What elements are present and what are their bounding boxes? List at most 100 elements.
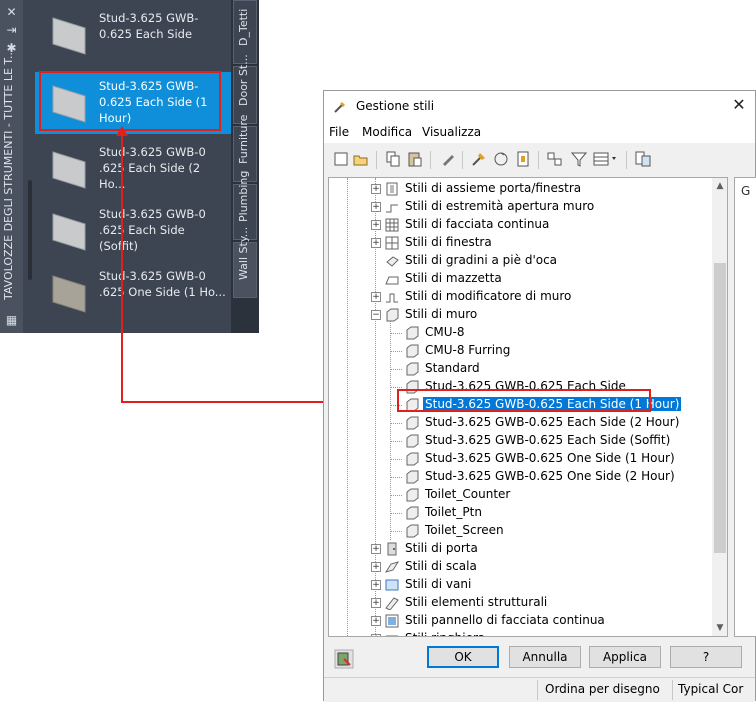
tree-row[interactable]: + Stili di modificatore di muro: [329, 288, 709, 306]
copy-icon[interactable]: [384, 150, 402, 168]
close-icon[interactable]: ✕: [0, 4, 23, 20]
expand-icon[interactable]: +: [371, 580, 381, 590]
toolbar: [324, 147, 755, 173]
door-style-icon: [387, 542, 397, 556]
tree-label: Stili di mazzetta: [405, 271, 502, 285]
data-format-icon[interactable]: [634, 150, 652, 168]
tree-row[interactable]: Stili di gradini a piè d'oca: [329, 252, 709, 270]
scroll-thumb[interactable]: [714, 263, 726, 553]
expand-icon[interactable]: +: [371, 634, 381, 636]
tree-row[interactable]: + Stili di assieme porta/finestra: [329, 180, 709, 198]
edit-style-icon[interactable]: [440, 150, 458, 168]
details-tab-label: G: [741, 184, 751, 198]
expand-icon[interactable]: +: [371, 598, 381, 608]
apply-button[interactable]: Applica: [589, 646, 661, 668]
tree-label: Stili di modificatore di muro: [405, 289, 572, 303]
wall-style-icon: [406, 434, 419, 448]
tree-row[interactable]: + Stili di facciata continua: [329, 216, 709, 234]
new-drawing-icon[interactable]: [332, 150, 350, 168]
tree-row[interactable]: Toilet_Counter: [329, 486, 709, 504]
tree-row[interactable]: + Stili di scala: [329, 558, 709, 576]
tree-row[interactable]: + Stili elementi strutturali: [329, 594, 709, 612]
tree-row[interactable]: + Stili di porta: [329, 540, 709, 558]
tree-scrollbar[interactable]: ▲ ▼: [712, 178, 727, 636]
tree-row[interactable]: Standard: [329, 360, 709, 378]
tree-row[interactable]: Stud-3.625 GWB-0.625 One Side (1 Hour): [329, 450, 709, 468]
tree-row[interactable]: + Stili di vani: [329, 576, 709, 594]
help-button[interactable]: ?: [670, 646, 742, 668]
tool-palette: ✕ ⇥ ✱ TAVOLOZZE DEGLI STRUMENTI - TUTTE …: [0, 0, 259, 333]
cancel-button[interactable]: Annulla: [509, 646, 581, 668]
synchronize-icon[interactable]: [492, 150, 510, 168]
tree-label: Stili pannello di facciata continua: [405, 613, 605, 627]
expand-icon[interactable]: +: [371, 292, 381, 302]
winder-icon: [386, 256, 399, 267]
tree-line: [390, 495, 402, 496]
wall-style-icon: [406, 470, 419, 484]
tree-row[interactable]: Toilet_Ptn: [329, 504, 709, 522]
tree-row[interactable]: Stud-3.625 GWB-0.625 Each Side (2 Hour): [329, 414, 709, 432]
tree-row[interactable]: + Stili pannello di facciata continua: [329, 612, 709, 630]
tree-label: Stili ringhiera: [403, 631, 487, 636]
palette-title-strip: ✕ ⇥ ✱ TAVOLOZZE DEGLI STRUMENTI - TUTTE …: [0, 0, 23, 333]
open-drawing-icon[interactable]: [352, 150, 370, 168]
tab-label: Plumbing: [237, 170, 250, 222]
struct-style-icon: [385, 597, 399, 610]
tool-item[interactable]: Stud-3.625 GWB-0 .625 Each Side (Soffit): [35, 200, 231, 262]
tree-row[interactable]: Stili di mazzetta: [329, 270, 709, 288]
tree-row[interactable]: CMU-8 Furring: [329, 342, 709, 360]
status-separator: [537, 680, 538, 700]
tree-row[interactable]: + Stili di finestra: [329, 234, 709, 252]
tree-row[interactable]: Toilet_Screen: [329, 522, 709, 540]
door-window-assembly-icon: [386, 182, 398, 196]
set-from-icon[interactable]: [514, 150, 532, 168]
menu-file[interactable]: File: [329, 125, 349, 139]
wall-style-icon: [406, 452, 419, 466]
paste-icon[interactable]: [406, 150, 424, 168]
expand-icon[interactable]: +: [371, 220, 381, 230]
scroll-down-icon[interactable]: ▼: [712, 620, 727, 636]
select-component-icon[interactable]: [334, 649, 354, 669]
filter-icon[interactable]: [570, 150, 588, 168]
purge-icon[interactable]: [470, 150, 488, 168]
close-icon[interactable]: ✕: [729, 95, 749, 115]
collapse-icon[interactable]: −: [371, 310, 381, 320]
expand-icon[interactable]: +: [371, 544, 381, 554]
toolbar-separator: [376, 151, 377, 169]
menu-modifica[interactable]: Modifica: [362, 125, 412, 139]
tree-row[interactable]: Stud-3.625 GWB-0.625 One Side (2 Hour): [329, 468, 709, 486]
tree-line: [390, 459, 402, 460]
wall-opening-endcap-icon: [386, 204, 398, 213]
tree-row-expanded[interactable]: − Stili di muro: [329, 306, 709, 324]
autohide-icon[interactable]: ⇥: [0, 22, 23, 38]
tree-label: CMU-8 Furring: [425, 343, 511, 357]
palette-menu-icon[interactable]: ▦: [0, 312, 23, 328]
tree-row[interactable]: + Stili di estremità apertura muro: [329, 198, 709, 216]
tree-line: [390, 477, 402, 478]
tree-row[interactable]: Stud-3.625 GWB-0.625 Each Side (Soffit): [329, 432, 709, 450]
expand-icon[interactable]: +: [371, 238, 381, 248]
expand-icon[interactable]: +: [371, 616, 381, 626]
expand-icon[interactable]: +: [371, 202, 381, 212]
expand-icon[interactable]: +: [371, 562, 381, 572]
wall-swatch-icon: [52, 151, 86, 189]
tool-label: Stud-3.625 GWB-0 .625 One Side (1 Ho...: [99, 269, 226, 299]
tree-line: [390, 351, 402, 352]
tab-wall-styles[interactable]: Wall Sty...: [233, 227, 257, 298]
toggle-view-icon[interactable]: [546, 150, 564, 168]
palette-scrollbar[interactable]: [28, 180, 32, 280]
tree-line: [390, 387, 402, 388]
expand-icon[interactable]: +: [371, 184, 381, 194]
menu-visualizza[interactable]: Visualizza: [422, 125, 481, 139]
wall-style-icon: [406, 506, 419, 520]
tool-item[interactable]: Stud-3.625 GWB-0 .625 One Side (1 Ho...: [35, 262, 231, 324]
ok-button[interactable]: OK: [427, 646, 499, 668]
tree-row[interactable]: + Stili ringhiera: [329, 630, 709, 636]
scroll-up-icon[interactable]: ▲: [712, 178, 727, 194]
view-options-icon[interactable]: [592, 150, 620, 168]
tool-item[interactable]: Stud-3.625 GWB-0 .625 Each Side (2 Ho...: [35, 138, 231, 200]
tree-row[interactable]: CMU-8: [329, 324, 709, 342]
tool-item[interactable]: Stud-3.625 GWB- 0.625 Each Side: [35, 4, 231, 66]
palette-tab-strip: D_Tetti Door St... Furniture Plumbing Wa…: [231, 0, 259, 333]
tab-label: Door St...: [237, 54, 250, 106]
